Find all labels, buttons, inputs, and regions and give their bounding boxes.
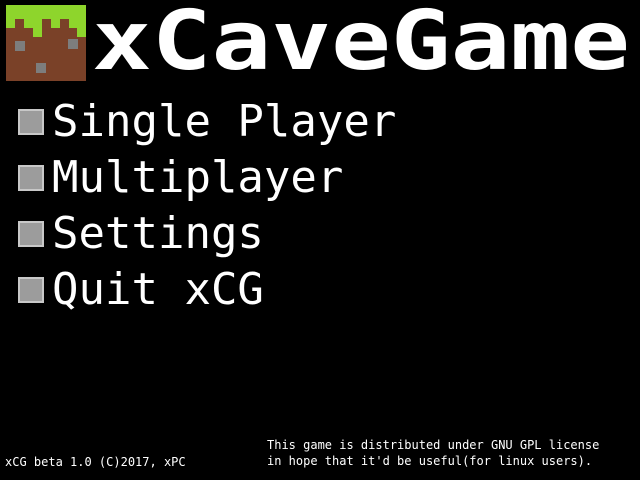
menu-item-quit[interactable]: Quit xCG	[18, 262, 438, 318]
license-line: in hope that it'd be useful(for linux us…	[267, 454, 593, 468]
menu-item-label: Multiplayer	[52, 152, 344, 203]
grass-dirt-block-icon	[6, 5, 86, 81]
main-menu: Single Player Multiplayer Settings Quit …	[18, 94, 438, 318]
game-title: xCaveGame	[92, 5, 630, 77]
license-notice: This game is distributed under GNU GPL l…	[267, 437, 639, 469]
license-line: This game is distributed under GNU GPL l…	[267, 438, 600, 452]
menu-item-label: Single Player	[52, 96, 397, 147]
checkbox-icon	[18, 109, 44, 135]
menu-item-settings[interactable]: Settings	[18, 206, 438, 262]
checkbox-icon	[18, 277, 44, 303]
game-title-text: xCaveGame	[92, 5, 630, 77]
checkbox-icon	[18, 165, 44, 191]
version-text: xCG beta 1.0 (C)2017, xPC	[5, 455, 186, 469]
checkbox-icon	[18, 221, 44, 247]
menu-item-single-player[interactable]: Single Player	[18, 94, 438, 150]
menu-item-multiplayer[interactable]: Multiplayer	[18, 150, 438, 206]
menu-item-label: Settings	[52, 208, 264, 259]
menu-item-label: Quit xCG	[52, 264, 264, 315]
